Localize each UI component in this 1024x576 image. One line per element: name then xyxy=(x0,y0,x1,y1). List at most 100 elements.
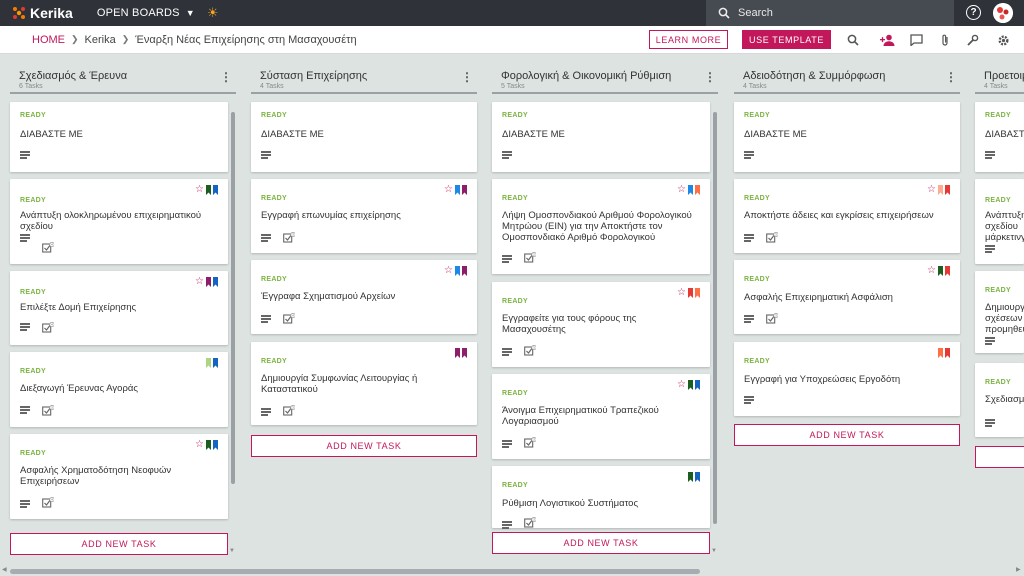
status-label: READY xyxy=(744,276,771,283)
add-new-task-button[interactable]: ADD NEW TASK xyxy=(492,532,710,554)
column-title[interactable]: Σύσταση Επιχείρησης xyxy=(260,70,367,82)
task-card[interactable]: READY ΔΙΑΒΑΣΤΕ ΜΕ xyxy=(492,102,710,172)
avatar[interactable] xyxy=(993,3,1013,23)
task-title: Δημιουργία Συμφωνίας Λειτουργίας ή Κατασ… xyxy=(261,373,418,395)
tag-icon xyxy=(206,277,211,287)
more-vert-icon[interactable]: ⋮ xyxy=(945,70,957,84)
scroll-left-icon[interactable]: ◀ xyxy=(2,566,7,573)
task-marks: ☆ xyxy=(444,266,467,276)
open-boards-menu[interactable]: OPEN BOARDS ▼ xyxy=(97,7,195,19)
task-card[interactable]: READY ΔΙΑΒΑΣΤΕ ΜΕ xyxy=(10,102,228,172)
task-card[interactable]: READY Εγγραφή για Υποχρεώσεις Εργοδότη xyxy=(734,342,960,416)
task-card[interactable]: ☆ READY Εγγραφή επωνυμίας επιχείρησης 3 xyxy=(251,179,477,253)
task-card[interactable]: READY Δημιουργία Συμφωνίας Λειτουργίας ή… xyxy=(251,342,477,425)
task-card[interactable]: ☆ READY Άνοιγμα Επιχειρηματικού Τραπεζικ… xyxy=(492,374,710,459)
star-icon[interactable]: ☆ xyxy=(195,440,204,450)
scroll-down-icon[interactable]: ▼ xyxy=(711,548,717,554)
status-label: READY xyxy=(20,450,47,457)
column-title[interactable]: Προετοιμασία xyxy=(984,70,1024,82)
column-title[interactable]: Σχεδιασμός & Έρευνα xyxy=(19,70,127,82)
tag-icon xyxy=(938,266,943,276)
breadcrumb-org[interactable]: Kerika xyxy=(85,34,116,46)
sun-icon[interactable]: ☀ xyxy=(207,5,219,21)
add-new-task-button[interactable]: ADD NEW TASK xyxy=(251,435,477,457)
description-icon xyxy=(744,151,754,159)
task-card[interactable]: ☆ READY Εγγραφείτε για τους φόρους της Μ… xyxy=(492,282,710,367)
task-card[interactable]: READY Ανάπτυξη σχεδίου μάρκετινγκ xyxy=(975,179,1024,264)
task-card[interactable]: READY ΔΙΑΒΑΣΤΕ ΜΕ xyxy=(734,102,960,172)
attachment-icon[interactable] xyxy=(938,33,952,47)
more-vert-icon[interactable]: ⋮ xyxy=(704,70,716,84)
task-card[interactable]: READY Σχεδιασμός xyxy=(975,363,1024,437)
column-header: Αδειοδότηση & Συμμόρφωση 4 Tasks ⋮ xyxy=(734,54,960,94)
task-title: Διεξαγωγή Έρευνας Αγοράς xyxy=(20,383,138,394)
add-person-icon[interactable] xyxy=(879,33,897,47)
tag-icon xyxy=(455,348,460,358)
learn-more-button[interactable]: LEARN MORE xyxy=(649,30,728,49)
task-card[interactable]: READY ΔΙΑΒΑΣΤΕ ΜΕ xyxy=(975,102,1024,172)
search-box[interactable]: Search xyxy=(706,0,954,26)
status-label: READY xyxy=(261,276,288,283)
task-card[interactable]: ☆ READY Ασφαλής Επιχειρηματική Ασφάλιση … xyxy=(734,260,960,334)
checklist-icon: 3 xyxy=(283,404,296,416)
task-card[interactable]: ☆ READY Έγγραφα Σχηματισμού Αρχείων 4 xyxy=(251,260,477,334)
status-label: READY xyxy=(985,197,1012,204)
task-marks xyxy=(206,358,218,368)
tag-icon xyxy=(938,348,943,358)
add-new-task-button[interactable]: ADD NEW TASK xyxy=(734,424,960,446)
star-icon[interactable]: ☆ xyxy=(444,185,453,195)
add-new-task-button[interactable]: ADD NEW TASK xyxy=(10,533,228,555)
task-card[interactable]: ☆ READY Επιλέξτε Δομή Επιχείρησης 4 xyxy=(10,271,228,345)
task-card[interactable]: READY Ρύθμιση Λογιστικού Συστήματος 3 xyxy=(492,466,710,529)
more-vert-icon[interactable]: ⋮ xyxy=(461,70,473,84)
breadcrumb-home[interactable]: HOME xyxy=(32,34,65,46)
task-card[interactable]: READY Δημιουργία σχέσεων με προμηθευτές xyxy=(975,271,1024,353)
task-card[interactable]: ☆ READY Λήψη Ομοσπονδιακού Αριθμού Φορολ… xyxy=(492,179,710,274)
help-icon[interactable]: ? xyxy=(966,5,981,20)
checklist-icon: 3 xyxy=(524,516,537,528)
gear-icon[interactable] xyxy=(996,33,1010,47)
description-icon xyxy=(502,255,512,263)
task-card[interactable]: ☆ READY Ασφαλής Χρηματοδότηση Νεοφυών Επ… xyxy=(10,434,228,519)
task-title: Ρύθμιση Λογιστικού Συστήματος xyxy=(502,498,639,509)
task-card[interactable]: READY ΔΙΑΒΑΣΤΕ ΜΕ xyxy=(251,102,477,172)
status-label: READY xyxy=(502,298,529,305)
tag-icon xyxy=(945,348,950,358)
scroll-down-icon[interactable]: ▼ xyxy=(229,548,235,554)
wrench-icon[interactable] xyxy=(966,33,980,47)
column-title[interactable]: Φορολογική & Οικονομική Ρύθμιση xyxy=(501,70,671,82)
task-card[interactable]: READY Διεξαγωγή Έρευνας Αγοράς 3 xyxy=(10,352,228,427)
add-new-task-button-partial[interactable] xyxy=(975,446,1024,468)
more-vert-icon[interactable]: ⋮ xyxy=(220,70,232,84)
status-label: READY xyxy=(744,358,771,365)
star-icon[interactable]: ☆ xyxy=(927,185,936,195)
tag-icon xyxy=(213,440,218,450)
star-icon[interactable]: ☆ xyxy=(677,288,686,298)
task-marks: ☆ xyxy=(927,185,950,195)
star-icon[interactable]: ☆ xyxy=(677,380,686,390)
task-title: Αποκτήστε άδειες και εγκρίσεις επιχειρήσ… xyxy=(744,210,934,221)
task-marks: ☆ xyxy=(195,185,218,195)
task-card[interactable]: ☆ READY Αποκτήστε άδειες και εγκρίσεις ε… xyxy=(734,179,960,253)
scroll-right-icon[interactable]: ▶ xyxy=(1016,566,1021,573)
star-icon[interactable]: ☆ xyxy=(195,185,204,195)
search-placeholder: Search xyxy=(738,7,773,19)
chat-icon[interactable] xyxy=(909,33,923,47)
star-icon[interactable]: ☆ xyxy=(677,185,686,195)
star-icon[interactable]: ☆ xyxy=(444,266,453,276)
status-label: READY xyxy=(744,195,771,202)
task-title: Εγγραφή επωνυμίας επιχείρησης xyxy=(261,210,401,221)
description-icon xyxy=(744,315,754,323)
task-card[interactable]: ☆ READY Ανάπτυξη ολοκληρωμένου επιχειρημ… xyxy=(10,179,228,264)
kerika-logo[interactable]: Kerika xyxy=(12,5,73,21)
board-search-icon[interactable] xyxy=(846,33,860,47)
checklist-icon: 4 xyxy=(42,321,55,333)
column-scrollbar[interactable] xyxy=(231,112,235,484)
tag-icon xyxy=(206,440,211,450)
star-icon[interactable]: ☆ xyxy=(195,277,204,287)
star-icon[interactable]: ☆ xyxy=(927,266,936,276)
column-title[interactable]: Αδειοδότηση & Συμμόρφωση xyxy=(743,70,885,82)
column-scrollbar[interactable] xyxy=(713,112,717,524)
board-horizontal-scrollbar[interactable] xyxy=(10,569,700,574)
use-template-button[interactable]: USE TEMPLATE xyxy=(742,30,831,49)
